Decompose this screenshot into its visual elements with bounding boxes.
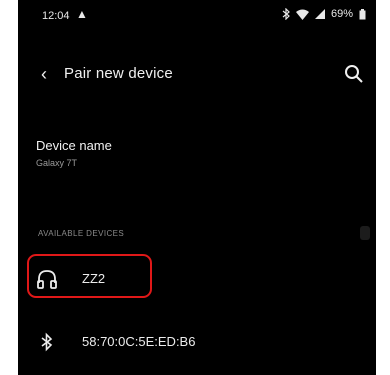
bluetooth-icon bbox=[41, 332, 53, 352]
phone-screen: 12:04 ▲ 69% ‹ Pair new device Device nam… bbox=[18, 0, 376, 375]
search-icon[interactable] bbox=[342, 62, 366, 86]
available-devices-header: AVAILABLE DEVICES bbox=[38, 229, 125, 238]
top-app-bar: ‹ Pair new device bbox=[18, 56, 376, 92]
status-time: 12:04 bbox=[42, 10, 70, 22]
scan-progress-indicator bbox=[360, 226, 370, 240]
status-icons: 69% bbox=[282, 8, 366, 20]
bluetooth-icon bbox=[282, 8, 290, 20]
device-item-zz2[interactable]: ZZ2 bbox=[18, 259, 376, 299]
device-name-label: 58:70:0C:5E:ED:B6 bbox=[82, 334, 196, 349]
signal-icon bbox=[314, 9, 325, 19]
wifi-icon bbox=[295, 9, 309, 20]
page-title: Pair new device bbox=[64, 65, 173, 82]
device-name-value: Galaxy 7T bbox=[36, 158, 78, 168]
device-name-label: Device name bbox=[36, 138, 112, 153]
device-name-setting[interactable]: Device name Galaxy 7T bbox=[36, 138, 356, 168]
device-name-label: ZZ2 bbox=[82, 271, 106, 286]
battery-text: 69% bbox=[330, 8, 353, 20]
upload-arrow-icon: ▲ bbox=[76, 7, 88, 21]
headphones-icon bbox=[37, 270, 57, 289]
device-item-mac[interactable]: 58:70:0C:5E:ED:B6 bbox=[18, 322, 376, 362]
status-bar: 12:04 ▲ 69% bbox=[18, 0, 376, 26]
battery-icon bbox=[359, 8, 366, 19]
back-arrow-icon[interactable]: ‹ bbox=[34, 62, 54, 86]
